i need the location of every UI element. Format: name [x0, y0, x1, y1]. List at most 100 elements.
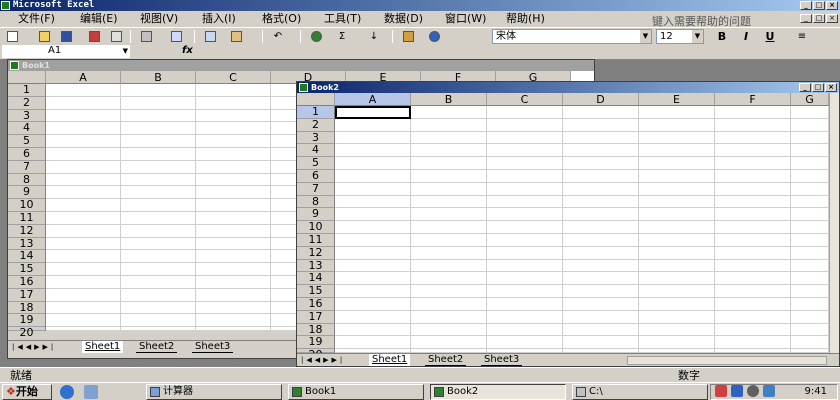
grid-cell[interactable] — [487, 234, 563, 247]
grid-cell[interactable] — [487, 272, 563, 286]
grid-cell[interactable] — [335, 208, 411, 222]
grid-cell[interactable] — [121, 288, 196, 302]
grid-cell[interactable] — [791, 272, 829, 286]
taskbar-book1[interactable]: Book1 — [288, 384, 424, 400]
grid-cell[interactable] — [46, 276, 121, 289]
doc-close-button[interactable]: × — [826, 14, 838, 23]
grid-cell[interactable] — [791, 298, 829, 311]
column-header[interactable]: F — [715, 93, 791, 106]
taskbar-drive-c[interactable]: C:\ — [572, 384, 708, 400]
grid-cell[interactable] — [411, 208, 487, 222]
grid-cell[interactable] — [196, 276, 271, 289]
grid-cell[interactable] — [335, 221, 411, 234]
grid-cell[interactable] — [715, 310, 791, 324]
book1-tab-sheet1[interactable]: Sheet1 — [82, 341, 124, 353]
italic-button[interactable]: I — [738, 30, 754, 44]
row-header[interactable]: 17 — [297, 310, 335, 324]
permission-icon[interactable] — [86, 29, 102, 44]
grid-cell[interactable] — [46, 122, 121, 136]
grid-cell[interactable] — [639, 285, 715, 298]
grid-cell[interactable] — [715, 234, 791, 247]
grid-cell[interactable] — [487, 259, 563, 273]
grid-cell[interactable] — [411, 106, 487, 119]
grid-cell[interactable] — [46, 84, 121, 97]
network-icon[interactable] — [731, 385, 743, 397]
grid-cell[interactable] — [639, 208, 715, 222]
grid-cell[interactable] — [791, 259, 829, 273]
grid-cell[interactable] — [639, 259, 715, 273]
grid-cell[interactable] — [411, 336, 487, 350]
book2-tab-sheet1[interactable]: Sheet1 — [369, 354, 411, 366]
grid-cell[interactable] — [411, 131, 487, 145]
grid-cell[interactable] — [46, 327, 121, 331]
grid-cell[interactable] — [639, 157, 715, 170]
grid-cell[interactable] — [791, 182, 829, 196]
grid-cell[interactable] — [335, 234, 411, 247]
grid-cell[interactable] — [335, 285, 411, 298]
grid-cell[interactable] — [639, 246, 715, 260]
book2-close-button[interactable]: × — [825, 83, 837, 92]
grid-cell[interactable] — [411, 285, 487, 298]
grid-cell[interactable] — [791, 106, 829, 119]
grid-cell[interactable] — [563, 157, 639, 170]
grid-cell[interactable] — [335, 118, 411, 132]
grid-cell[interactable] — [715, 182, 791, 196]
grid-cell[interactable] — [487, 310, 563, 324]
grid-cell[interactable] — [791, 144, 829, 158]
name-box[interactable]: A1 ▼ — [2, 45, 130, 58]
grid-cell[interactable] — [46, 212, 121, 225]
grid-cell[interactable] — [121, 199, 196, 212]
copy-icon[interactable] — [202, 29, 218, 44]
book2-tab-sheet3[interactable]: Sheet3 — [481, 354, 523, 366]
start-button[interactable]: ❖开始 — [2, 384, 52, 400]
grid-cell[interactable] — [46, 301, 121, 315]
grid-cell[interactable] — [715, 272, 791, 286]
doc-restore-button[interactable]: □ — [813, 14, 825, 23]
menu-insert[interactable]: 插入(I) — [202, 13, 236, 25]
row-header[interactable]: 17 — [8, 288, 46, 302]
grid-cell[interactable] — [411, 195, 487, 209]
grid-cell[interactable] — [715, 298, 791, 311]
chevron-down-icon[interactable]: ▼ — [123, 45, 128, 57]
row-header[interactable]: 7 — [8, 160, 46, 174]
grid-cell[interactable] — [46, 199, 121, 212]
grid-cell[interactable] — [46, 173, 121, 187]
grid-cell[interactable] — [121, 237, 196, 251]
grid-cell[interactable] — [121, 250, 196, 264]
ie-icon[interactable] — [60, 385, 74, 399]
grid-cell[interactable] — [335, 259, 411, 273]
grid-cell[interactable] — [639, 195, 715, 209]
book2-grid[interactable]: ABCDEFG1234567891011121314151617181920 — [297, 93, 829, 361]
font-name-select[interactable]: 宋体 ▼ — [492, 29, 652, 44]
grid-cell[interactable] — [487, 336, 563, 350]
grid-cell[interactable] — [46, 263, 121, 276]
row-header[interactable]: 11 — [8, 211, 46, 225]
grid-cell[interactable] — [791, 285, 829, 298]
grid-cell[interactable] — [563, 234, 639, 247]
row-header[interactable]: 16 — [297, 297, 335, 311]
row-header[interactable]: 11 — [297, 233, 335, 247]
grid-cell[interactable] — [563, 118, 639, 132]
grid-cell[interactable] — [487, 285, 563, 298]
close-button[interactable]: × — [826, 1, 838, 10]
menu-data[interactable]: 数据(D) — [384, 13, 423, 25]
grid-cell[interactable] — [563, 298, 639, 311]
grid-cell[interactable] — [196, 288, 271, 302]
grid-cell[interactable] — [46, 148, 121, 161]
grid-cell[interactable] — [411, 259, 487, 273]
grid-cell[interactable] — [46, 96, 121, 110]
grid-cell[interactable] — [563, 131, 639, 145]
grid-cell[interactable] — [411, 246, 487, 260]
new-icon[interactable] — [4, 29, 20, 44]
grid-cell[interactable] — [715, 259, 791, 273]
grid-cell[interactable] — [563, 170, 639, 183]
align-left-icon[interactable]: ≡ — [794, 29, 810, 44]
grid-cell[interactable] — [715, 285, 791, 298]
grid-cell[interactable] — [715, 157, 791, 170]
grid-cell[interactable] — [121, 109, 196, 123]
grid-cell[interactable] — [715, 195, 791, 209]
doc-minimize-button[interactable]: _ — [800, 14, 812, 23]
grid-cell[interactable] — [46, 314, 121, 328]
grid-cell[interactable] — [121, 314, 196, 328]
row-header[interactable]: 2 — [297, 118, 335, 132]
